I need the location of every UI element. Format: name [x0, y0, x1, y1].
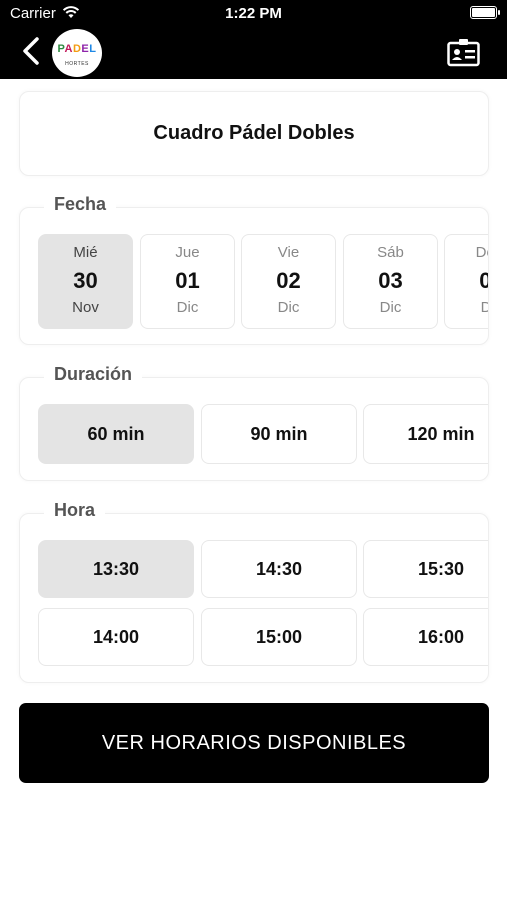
date-day: 03: [378, 268, 403, 293]
view-availability-button[interactable]: VER HORARIOS DISPONIBLES: [19, 703, 489, 783]
logo-text: PADEL: [57, 43, 97, 55]
date-day: 30: [73, 268, 98, 293]
time-section: Hora 13:30 14:30 15:30 14:00 15:00 16:00: [19, 500, 489, 683]
time-scroller[interactable]: 13:30 14:30 15:30 14:00 15:00 16:00: [20, 514, 488, 682]
date-section: Fecha Mié 30 Nov Jue 01 Dic Vie 02 Dic S…: [19, 194, 489, 345]
date-weekday: Dom: [475, 244, 488, 261]
date-day: 02: [276, 268, 301, 293]
date-month: Dic: [277, 299, 300, 316]
time-option[interactable]: 16:00: [363, 608, 488, 666]
page-title: Cuadro Pádel Dobles: [153, 122, 355, 144]
date-option[interactable]: Jue 01 Dic: [140, 234, 235, 329]
id-card-icon[interactable]: [447, 38, 480, 67]
date-option[interactable]: Sáb 03 Dic: [343, 234, 438, 329]
duration-scroller[interactable]: 60 min 90 min 120 min: [20, 378, 488, 480]
date-weekday: Mié: [73, 244, 98, 261]
time-option[interactable]: 14:00: [38, 608, 194, 666]
date-day: 04: [479, 268, 488, 293]
date-option[interactable]: Dom 04 Dic: [444, 234, 488, 329]
date-day: 01: [175, 268, 200, 293]
chevron-left-icon[interactable]: [20, 36, 44, 66]
duration-option[interactable]: 60 min: [38, 404, 194, 464]
date-month: Dic: [480, 299, 488, 316]
date-month: Nov: [72, 299, 99, 316]
duration-option[interactable]: 90 min: [201, 404, 357, 464]
date-weekday: Sáb: [377, 244, 404, 261]
time-option[interactable]: 14:30: [201, 540, 357, 598]
duration-section: Duración 60 min 90 min 120 min: [19, 364, 489, 481]
battery-icon: [470, 6, 500, 19]
date-month: Dic: [176, 299, 199, 316]
time-option[interactable]: 13:30: [38, 540, 194, 598]
date-month: Dic: [379, 299, 402, 316]
duration-option[interactable]: 120 min: [363, 404, 488, 464]
time-option[interactable]: 15:30: [363, 540, 488, 598]
date-weekday: Jue: [175, 244, 200, 261]
title-card: Cuadro Pádel Dobles: [19, 91, 489, 176]
logo-subtext: HORTES: [65, 61, 89, 67]
status-bar: Carrier 1:22 PM: [0, 0, 507, 28]
date-option[interactable]: Mié 30 Nov: [38, 234, 133, 329]
date-weekday: Vie: [277, 244, 300, 261]
top-bar: Carrier 1:22 PM PADEL HORTES: [0, 0, 507, 79]
status-time: 1:22 PM: [225, 5, 282, 22]
club-logo: PADEL HORTES: [52, 29, 102, 77]
date-option[interactable]: Vie 02 Dic: [241, 234, 336, 329]
time-option[interactable]: 15:00: [201, 608, 357, 666]
date-scroller[interactable]: Mié 30 Nov Jue 01 Dic Vie 02 Dic Sáb 03 …: [20, 208, 488, 344]
